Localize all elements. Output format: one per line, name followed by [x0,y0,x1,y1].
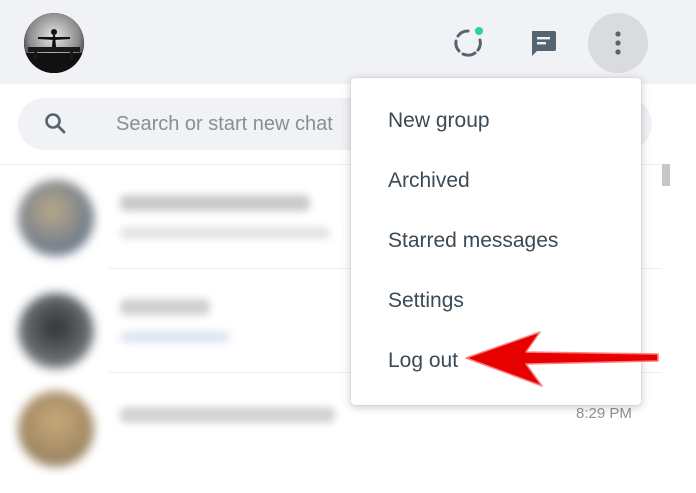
app-header [0,0,696,84]
more-options-button[interactable] [588,13,648,73]
status-button[interactable] [438,13,498,73]
profile-avatar[interactable] [24,13,84,73]
chat-name [120,195,310,211]
chat-avatar [18,391,94,467]
chat-avatar [18,293,94,369]
status-icon [454,27,483,57]
menu-item-label: Archived [388,169,470,192]
menu-item-starred-messages[interactable]: Starred messages [351,214,641,274]
new-chat-button[interactable] [513,13,573,73]
chat-preview [120,227,330,239]
scroll-thumb[interactable] [662,164,670,186]
search-icon[interactable] [44,112,66,134]
chat-time: 8:29 PM [576,405,632,422]
menu-item-settings[interactable]: Settings [351,274,641,334]
chat-avatar [18,180,94,256]
menu-item-new-group[interactable]: New group [351,94,641,154]
menu-item-label: Starred messages [388,229,559,252]
menu-item-label: New group [388,109,490,132]
search-placeholder: Search or start new chat [116,113,333,135]
new-chat-icon [532,31,556,56]
chat-name [120,299,210,315]
menu-item-archived[interactable]: Archived [351,154,641,214]
red-arrow-annotation [465,331,659,387]
scrollbar[interactable] [662,164,696,432]
chat-preview [120,331,230,343]
menu-item-label: Settings [388,289,464,312]
chat-name [120,407,335,423]
menu-item-label: Log out [388,349,459,372]
more-options-icon [615,31,621,55]
